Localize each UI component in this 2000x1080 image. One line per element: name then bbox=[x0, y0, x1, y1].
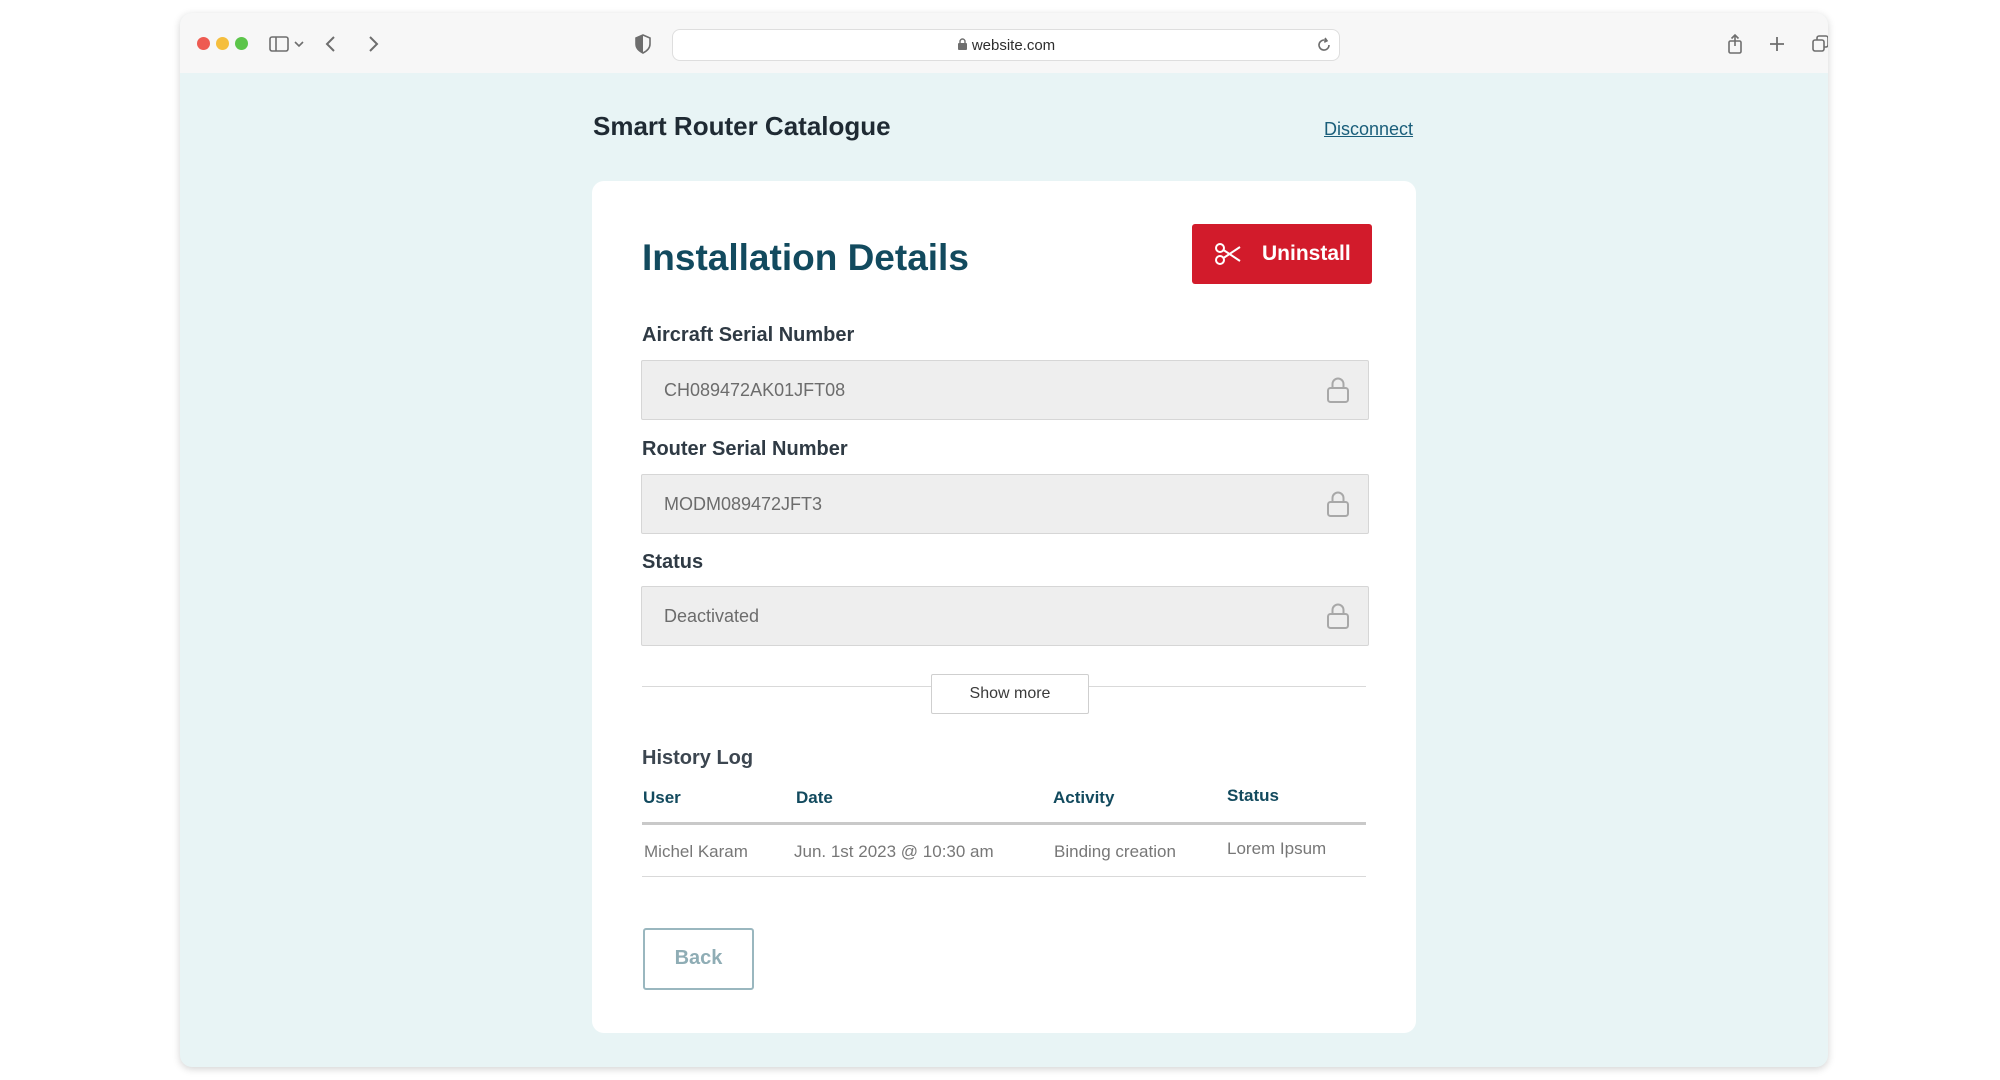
installation-details-card: Installation Details Uninstall Aircraft … bbox=[592, 181, 1416, 1033]
router-serial-value: MODM089472JFT3 bbox=[664, 494, 823, 514]
column-header-activity: Activity bbox=[1053, 788, 1115, 807]
status-value: Deactivated bbox=[664, 606, 760, 626]
reload-icon[interactable] bbox=[1315, 36, 1333, 54]
history-log-title: History Log bbox=[642, 747, 754, 769]
chevron-down-icon[interactable] bbox=[292, 33, 306, 55]
column-header-status: Status bbox=[1227, 786, 1279, 805]
app-title: Smart Router Catalogue bbox=[593, 111, 891, 141]
address-bar[interactable]: website.com bbox=[672, 29, 1340, 61]
back-label: Back bbox=[674, 947, 723, 969]
scissors-icon bbox=[1215, 243, 1241, 265]
status-label: Status bbox=[642, 551, 704, 573]
shield-icon[interactable] bbox=[632, 33, 654, 55]
tab-overview-icon[interactable] bbox=[1810, 33, 1828, 55]
status-field[interactable]: Deactivated bbox=[641, 586, 1369, 646]
browser-window: website.com Smart Router Catalogue Disco… bbox=[180, 13, 1828, 1067]
disconnect-link[interactable]: Disconnect bbox=[1324, 119, 1413, 140]
back-button[interactable]: Back bbox=[643, 928, 754, 990]
maximize-window-button[interactable] bbox=[235, 37, 248, 50]
cell-status: Lorem Ipsum bbox=[1227, 839, 1327, 858]
sidebar-toggle-icon[interactable] bbox=[268, 33, 290, 55]
page-title: Installation Details bbox=[642, 237, 969, 278]
column-header-user: User bbox=[643, 788, 681, 807]
lock-icon bbox=[1327, 377, 1349, 403]
lock-icon bbox=[957, 38, 967, 50]
minimize-window-button[interactable] bbox=[216, 37, 229, 50]
table-header-divider bbox=[642, 822, 1366, 825]
cell-activity: Binding creation bbox=[1054, 842, 1176, 861]
aircraft-serial-label: Aircraft Serial Number bbox=[642, 324, 855, 346]
forward-arrow-icon[interactable] bbox=[362, 33, 384, 55]
cell-user: Michel Karam bbox=[644, 842, 748, 861]
aircraft-serial-field[interactable]: CH089472AK01JFT08 bbox=[641, 360, 1369, 420]
url-text: website.com bbox=[673, 37, 1339, 54]
browser-toolbar: website.com bbox=[180, 13, 1828, 73]
lock-icon bbox=[1327, 603, 1349, 629]
uninstall-label: Uninstall bbox=[1262, 242, 1351, 265]
router-serial-field[interactable]: MODM089472JFT3 bbox=[641, 474, 1369, 534]
table-row-divider bbox=[642, 876, 1366, 877]
close-window-button[interactable] bbox=[197, 37, 210, 50]
column-header-date: Date bbox=[796, 788, 833, 807]
router-serial-label: Router Serial Number bbox=[642, 438, 848, 460]
back-arrow-icon[interactable] bbox=[320, 33, 342, 55]
lock-icon bbox=[1327, 491, 1349, 517]
share-icon[interactable] bbox=[1724, 33, 1746, 55]
show-more-label: Show more bbox=[969, 685, 1051, 702]
show-more-button[interactable]: Show more bbox=[931, 674, 1089, 714]
cell-date: Jun. 1st 2023 @ 10:30 am bbox=[794, 842, 994, 861]
uninstall-button[interactable]: Uninstall bbox=[1192, 224, 1372, 284]
new-tab-icon[interactable] bbox=[1766, 33, 1788, 55]
aircraft-serial-value: CH089472AK01JFT08 bbox=[664, 380, 846, 400]
url-value: website.com bbox=[971, 37, 1056, 54]
